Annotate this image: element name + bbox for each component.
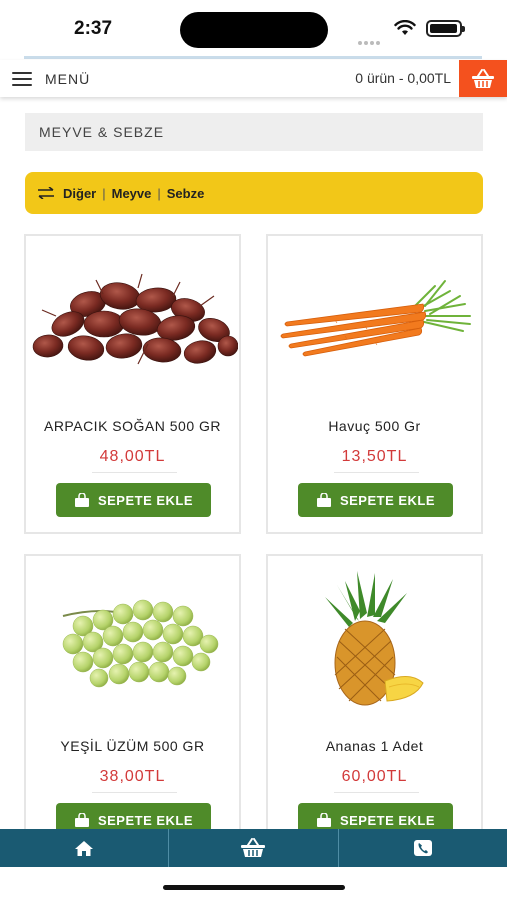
product-price: 13,50TL (341, 448, 408, 465)
cart-button[interactable] (459, 60, 507, 97)
filter-separator: | (157, 185, 161, 201)
shopping-bag-icon (74, 813, 89, 827)
filter-vegetable[interactable]: Sebze (167, 186, 205, 201)
swap-icon (37, 187, 55, 199)
product-name[interactable]: Havuç 500 Gr (268, 418, 481, 434)
shopping-bag-icon (74, 493, 89, 507)
menu-button[interactable]: MENÜ (12, 68, 90, 90)
menu-label: MENÜ (45, 71, 91, 87)
product-name[interactable]: ARPACIK SOĞAN 500 GR (26, 418, 239, 434)
shopping-bag-icon (316, 813, 331, 827)
add-to-cart-button[interactable]: SEPETE EKLE (56, 483, 211, 517)
add-to-cart-label: SEPETE EKLE (339, 812, 436, 828)
basket-icon (241, 838, 266, 857)
scroll-edge (24, 56, 482, 59)
divider (334, 472, 419, 473)
nav-phone[interactable] (339, 829, 507, 867)
product-name[interactable]: YEŞİL ÜZÜM 500 GR (26, 738, 239, 754)
phone-icon (413, 840, 432, 856)
status-bar: 2:37 (0, 0, 507, 58)
shopping-bag-icon (316, 493, 331, 507)
product-card[interactable]: Havuç 500 Gr 13,50TL SEPETE EKLE (266, 234, 483, 534)
hamburger-icon (12, 72, 32, 86)
filter-separator: | (102, 185, 106, 201)
add-to-cart-button[interactable]: SEPETE EKLE (298, 483, 453, 517)
product-name[interactable]: Ananas 1 Adet (268, 738, 481, 754)
product-price: 60,00TL (341, 768, 408, 785)
filter-other[interactable]: Diğer (63, 186, 96, 201)
status-time: 2:37 (74, 18, 113, 39)
basket-icon (472, 68, 494, 88)
dynamic-island (180, 12, 328, 48)
divider (92, 792, 177, 793)
product-card[interactable]: YEŞİL ÜZÜM 500 GR 38,00TL SEPETE EKLE (24, 554, 241, 854)
nav-home[interactable] (0, 829, 170, 867)
category-title: MEYVE & SEBZE (25, 113, 483, 151)
product-card[interactable]: Ananas 1 Adet 60,00TL SEPETE EKLE (266, 554, 483, 854)
app-header: MENÜ 0 ürün - 0,00TL (0, 60, 507, 97)
divider (92, 472, 177, 473)
signal-icon (358, 30, 382, 49)
product-price: 48,00TL (99, 448, 166, 465)
home-icon (75, 840, 94, 856)
product-card[interactable]: ARPACIK SOĞAN 500 GR 48,00TL SEPETE EKLE (24, 234, 241, 534)
product-image-carrots[interactable] (268, 236, 481, 406)
product-image-green-grapes[interactable] (26, 556, 239, 726)
nav-basket[interactable] (169, 829, 339, 867)
product-image-pineapple[interactable] (268, 556, 481, 726)
product-image-shallots[interactable] (26, 236, 239, 406)
add-to-cart-label: SEPETE EKLE (97, 492, 194, 508)
filter-bar: Diğer | Meyve | Sebze (25, 172, 483, 214)
battery-icon (426, 20, 465, 37)
add-to-cart-label: SEPETE EKLE (339, 492, 436, 508)
product-price: 38,00TL (99, 768, 166, 785)
home-indicator[interactable] (163, 885, 345, 890)
filter-fruit[interactable]: Meyve (112, 186, 152, 201)
bottom-nav (0, 829, 507, 867)
divider (334, 792, 419, 793)
wifi-icon (394, 20, 416, 35)
cart-summary[interactable]: 0 ürün - 0,00TL (355, 70, 451, 86)
add-to-cart-label: SEPETE EKLE (97, 812, 194, 828)
